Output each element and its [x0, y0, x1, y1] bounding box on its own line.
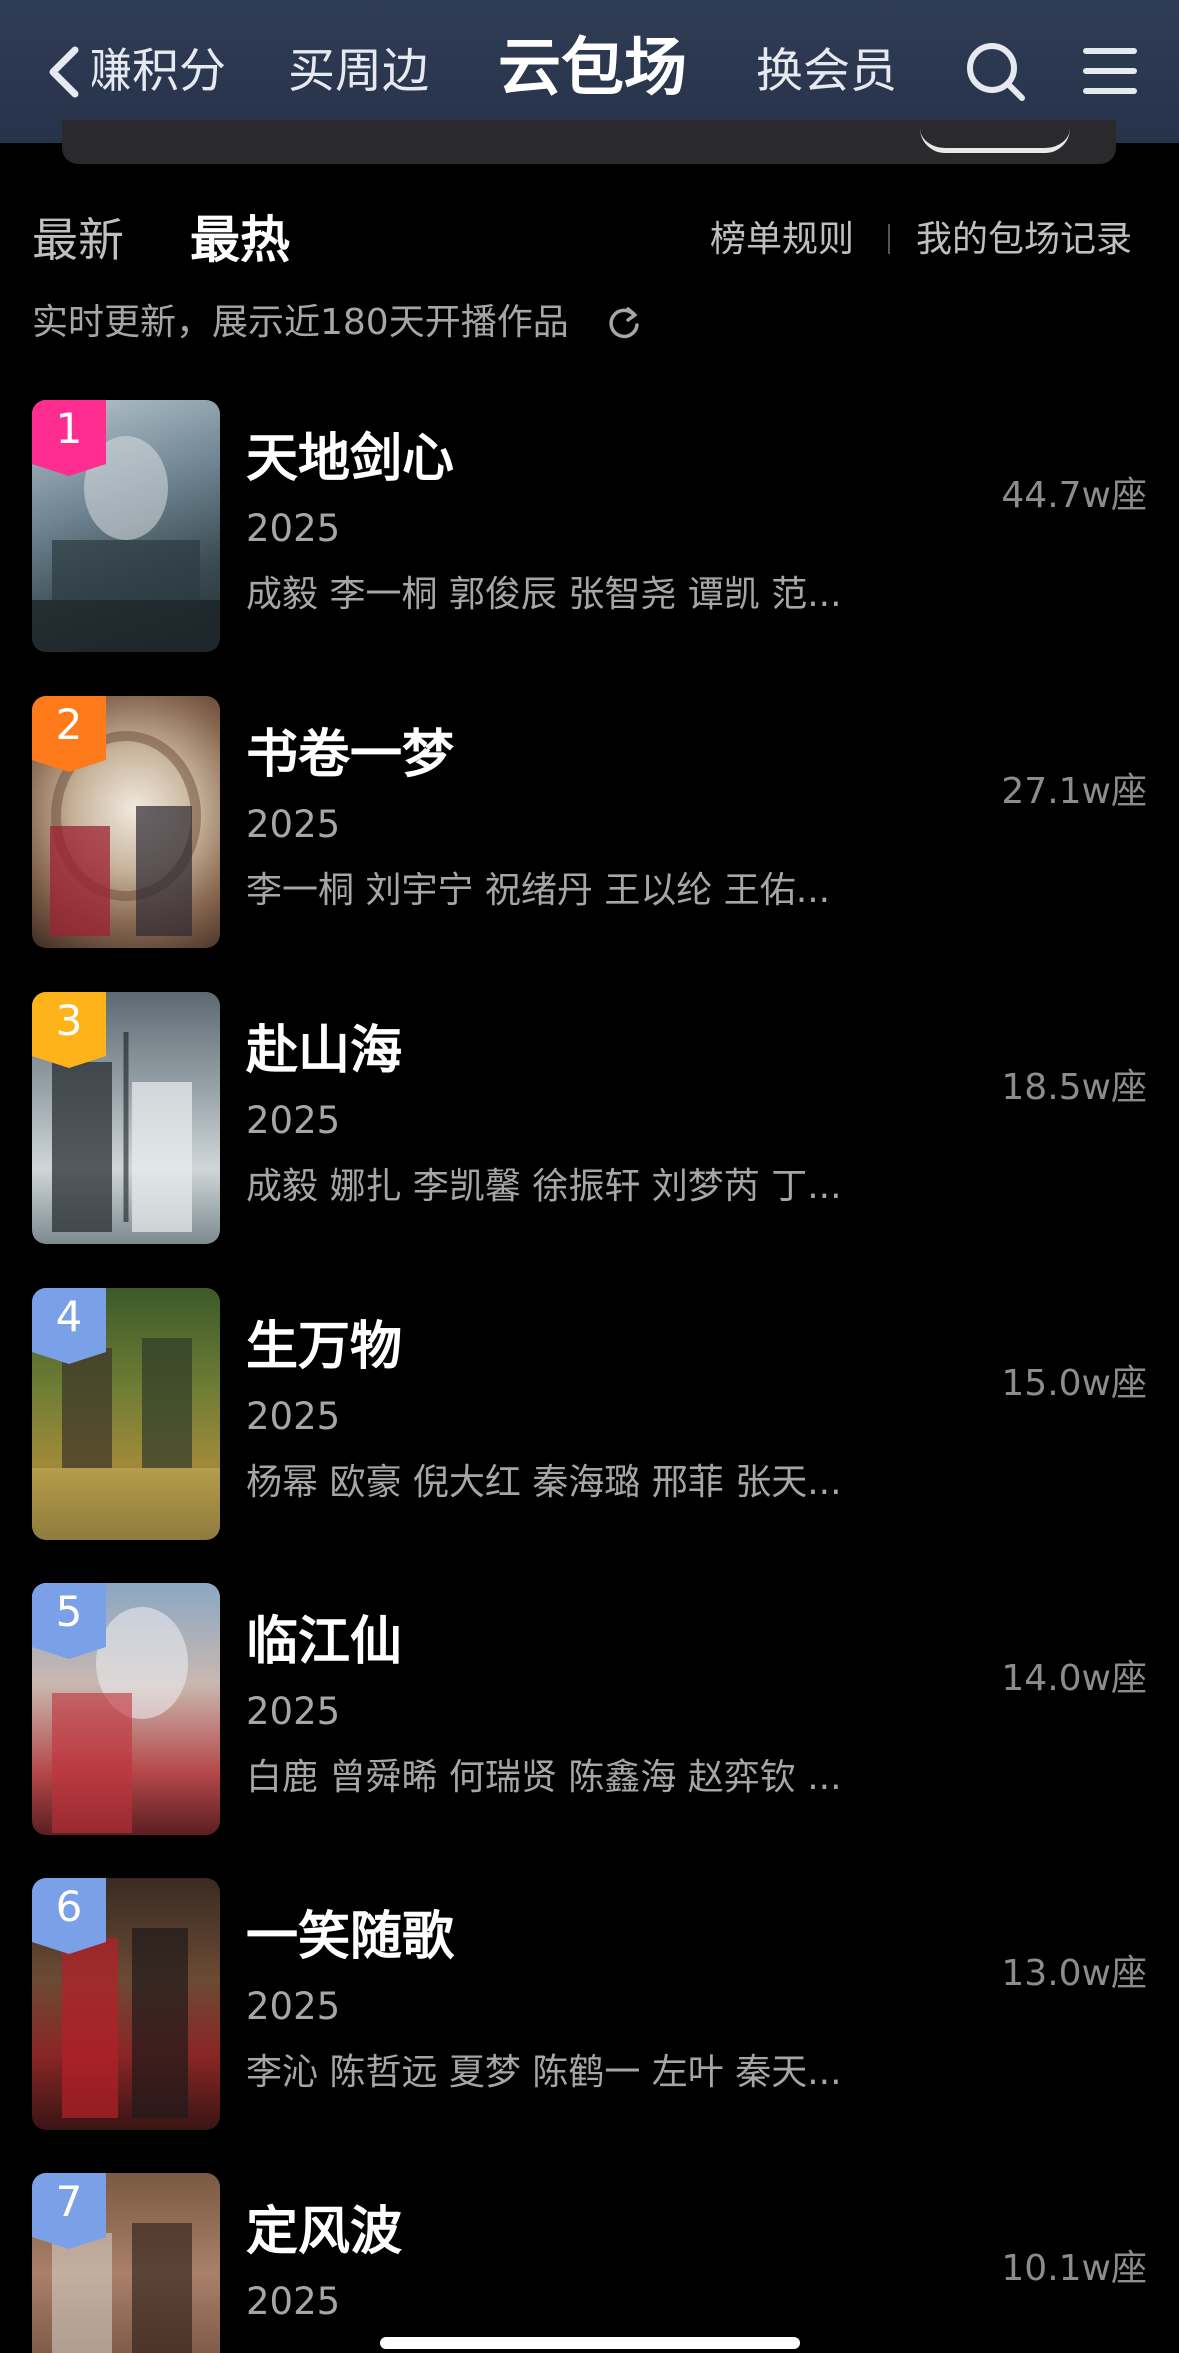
search-icon[interactable] — [964, 40, 1026, 102]
rank-number: 3 — [55, 996, 83, 1045]
seat-count: 18.5w座 — [1001, 1067, 1147, 1108]
rank-number: 4 — [55, 1292, 83, 1341]
show-title: 天地剑心 — [246, 429, 455, 489]
list-item[interactable]: 6 一笑随歌 2025 李沁 陈哲远 夏梦 陈鹤一 左叶 秦天... 13.0w… — [0, 1878, 1179, 2130]
poster-image: 1 — [32, 400, 220, 652]
show-cast: 李一桐 刘宇宁 祝绪丹 王以纶 王佑... — [246, 870, 831, 911]
show-year: 2025 — [246, 1099, 341, 1142]
rank-number: 7 — [55, 2177, 83, 2226]
link-divider — [888, 224, 890, 254]
show-title: 一笑随歌 — [246, 1907, 455, 1967]
show-title: 定风波 — [246, 2202, 403, 2262]
filter-tab-hottest[interactable]: 最热 — [190, 210, 290, 270]
seat-count: 44.7w座 — [1001, 475, 1147, 516]
rank-badge: 4 — [32, 1288, 106, 1364]
show-cast: 李沁 陈哲远 夏梦 陈鹤一 左叶 秦天... — [246, 2052, 842, 2093]
rank-badge: 2 — [32, 696, 106, 772]
update-note: 实时更新，展示近180天开播作品 — [32, 302, 569, 343]
show-title: 书卷一梦 — [246, 725, 455, 785]
show-cast: 白鹿 曾舜晞 何瑞贤 陈鑫海 赵弈钦 ... — [246, 1757, 842, 1798]
screen: 赚积分 买周边 云包场 换会员 最新 最热 榜单规则 我的包场记录 实时更新，展… — [0, 0, 1179, 2353]
poster-image: 6 — [32, 1878, 220, 2130]
show-year: 2025 — [246, 1985, 341, 2028]
seat-count: 14.0w座 — [1001, 1658, 1147, 1699]
poster-image: 2 — [32, 696, 220, 948]
back-chevron-icon[interactable] — [45, 44, 85, 100]
nav-tab-earn-points[interactable]: 赚积分 — [92, 36, 226, 108]
rank-number: 2 — [55, 700, 83, 749]
list-item[interactable]: 4 生万物 2025 杨幂 欧豪 倪大红 秦海璐 邢菲 张天... 15.0w座 — [0, 1288, 1179, 1540]
show-title: 临江仙 — [246, 1612, 403, 1672]
show-year: 2025 — [246, 1395, 341, 1438]
rank-badge: 3 — [32, 992, 106, 1068]
nav-tab-cloud-screening[interactable]: 云包场 — [498, 32, 687, 104]
poster-image: 7 — [32, 2173, 220, 2353]
rank-badge: 5 — [32, 1583, 106, 1659]
rank-number: 5 — [55, 1587, 83, 1636]
show-year: 2025 — [246, 1690, 341, 1733]
rank-number: 6 — [55, 1882, 83, 1931]
my-screening-records-link[interactable]: 我的包场记录 — [916, 214, 1132, 266]
seat-count: 27.1w座 — [1001, 771, 1147, 812]
rank-badge: 6 — [32, 1878, 106, 1954]
show-cast: 成毅 李一桐 郭俊辰 张智尧 谭凯 范... — [246, 574, 842, 615]
menu-icon[interactable] — [1082, 45, 1138, 97]
list-item[interactable]: 1 天地剑心 2025 成毅 李一桐 郭俊辰 张智尧 谭凯 范... 44.7w… — [0, 400, 1179, 652]
refresh-icon[interactable] — [606, 305, 642, 341]
ranking-rules-link[interactable]: 榜单规则 — [710, 214, 854, 266]
list-item[interactable]: 3 赴山海 2025 成毅 娜扎 李凯馨 徐振轩 刘梦芮 丁... 18.5w座 — [0, 992, 1179, 1244]
home-indicator[interactable] — [380, 2337, 800, 2349]
seat-count: 10.1w座 — [1001, 2248, 1147, 2289]
list-item[interactable]: 5 临江仙 2025 白鹿 曾舜晞 何瑞贤 陈鑫海 赵弈钦 ... 14.0w座 — [0, 1583, 1179, 1835]
show-cast: 成毅 娜扎 李凯馨 徐振轩 刘梦芮 丁... — [246, 1166, 842, 1207]
seat-count: 15.0w座 — [1001, 1363, 1147, 1404]
nav-tab-membership[interactable]: 换会员 — [756, 36, 897, 108]
nav-tab-merch[interactable]: 买周边 — [288, 36, 429, 108]
poster-image: 4 — [32, 1288, 220, 1540]
nav-tab-label: 赚积分 — [92, 44, 226, 99]
show-year: 2025 — [246, 507, 341, 550]
show-year: 2025 — [246, 2280, 341, 2323]
show-year: 2025 — [246, 803, 341, 846]
rank-number: 1 — [55, 404, 83, 453]
list-item[interactable]: 7 定风波 2025 10.1w座 — [0, 2173, 1179, 2353]
poster-image: 3 — [32, 992, 220, 1244]
seat-count: 13.0w座 — [1001, 1953, 1147, 1994]
rank-badge: 1 — [32, 400, 106, 476]
poster-image: 5 — [32, 1583, 220, 1835]
show-title: 生万物 — [246, 1317, 403, 1377]
show-cast: 杨幂 欧豪 倪大红 秦海璐 邢菲 张天... — [246, 1462, 842, 1503]
list-item[interactable]: 2 书卷一梦 2025 李一桐 刘宇宁 祝绪丹 王以纶 王佑... 27.1w座 — [0, 696, 1179, 948]
rank-badge: 7 — [32, 2173, 106, 2249]
search-bar-pill-edge — [920, 128, 1070, 153]
show-title: 赴山海 — [246, 1021, 403, 1081]
filter-tab-latest[interactable]: 最新 — [32, 210, 124, 270]
